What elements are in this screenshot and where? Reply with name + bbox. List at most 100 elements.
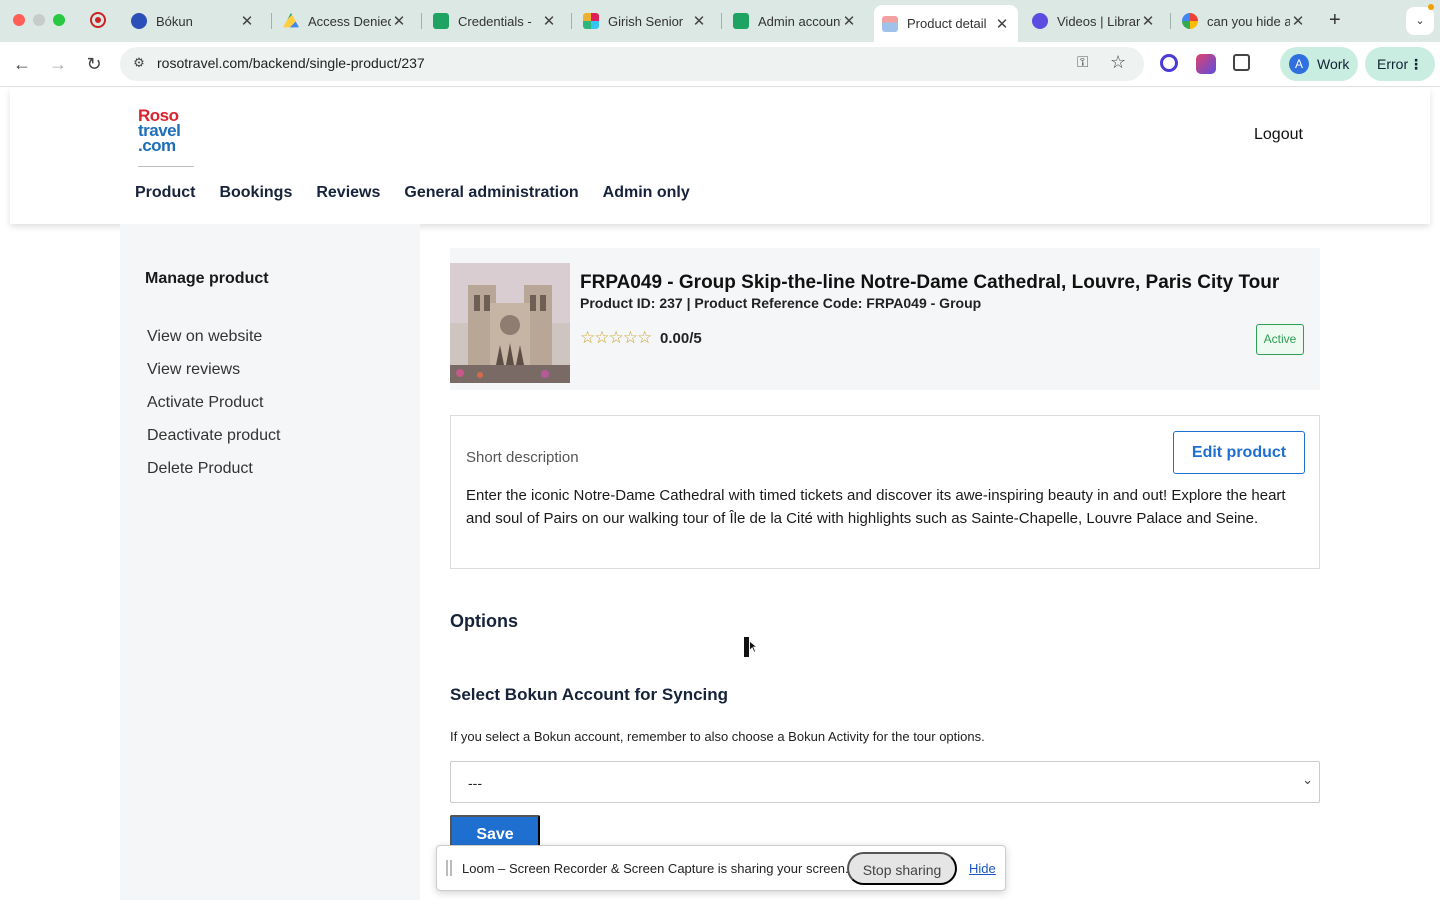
browser-tab[interactable]: Access Denied ✕ xyxy=(275,6,415,36)
mouse-cursor-icon xyxy=(744,637,758,657)
tab-separator xyxy=(571,13,572,29)
forward-arrow-icon[interactable]: → xyxy=(46,52,70,76)
nav-product[interactable]: Product xyxy=(135,184,195,202)
bokun-favicon-icon xyxy=(131,13,147,29)
reload-icon[interactable]: ↻ xyxy=(82,52,106,76)
product-title: FRPA049 - Group Skip-the-line Notre-Dame… xyxy=(580,272,1280,293)
logout-link[interactable]: Logout xyxy=(1254,126,1303,144)
drive-favicon-icon xyxy=(283,13,299,28)
tab-title: Admin account xyxy=(758,13,841,29)
rating-stars-icon: ☆☆☆☆☆ xyxy=(580,328,652,347)
tab-title: Bókun xyxy=(156,13,193,29)
address-bar[interactable]: ⚙ rosotravel.com/backend/single-product/… xyxy=(120,47,1144,81)
tab-close-icon[interactable]: ✕ xyxy=(391,12,407,30)
rating-value: 0.00/5 xyxy=(660,330,702,347)
profile-label: Work xyxy=(1317,56,1350,72)
logo-divider xyxy=(138,166,194,167)
loom-favicon-icon xyxy=(1032,13,1048,29)
rosotravel-logo[interactable]: Roso travel .com xyxy=(138,107,194,160)
maximize-window-button[interactable] xyxy=(53,14,65,26)
nav-general-administration[interactable]: General administration xyxy=(404,184,578,202)
extensions-puzzle-icon[interactable] xyxy=(1233,54,1250,71)
browser-tab[interactable]: Bókun ✕ xyxy=(123,6,263,36)
product-summary-card: FRPA049 - Group Skip-the-line Notre-Dame… xyxy=(450,248,1320,390)
nav-reviews[interactable]: Reviews xyxy=(316,184,380,202)
browser-tab-active[interactable]: Product detail ✕ xyxy=(874,5,1018,42)
sidebar-item-deactivate-product[interactable]: Deactivate product xyxy=(147,427,280,445)
new-tab-icon[interactable]: + xyxy=(1329,9,1341,32)
sheets-favicon-icon xyxy=(433,13,449,29)
tab-separator xyxy=(271,13,272,29)
extension-loom-icon[interactable] xyxy=(1160,54,1178,72)
sheets-favicon-icon xyxy=(733,13,749,29)
tab-close-icon[interactable]: ✕ xyxy=(541,12,557,30)
recording-icon[interactable] xyxy=(90,12,106,28)
sidebar-item-delete-product[interactable]: Delete Product xyxy=(147,460,253,478)
tab-close-icon[interactable]: ✕ xyxy=(239,12,255,30)
edit-product-button[interactable]: Edit product xyxy=(1173,431,1305,474)
tab-search-icon[interactable]: ⌄ xyxy=(1406,7,1434,35)
chevron-down-icon: ⌄ xyxy=(1302,772,1313,787)
browser-tab[interactable]: can you hide a ✕ xyxy=(1174,6,1314,36)
password-key-icon[interactable]: ⚿ xyxy=(1077,54,1088,71)
options-heading: Options xyxy=(450,611,518,631)
browser-tab[interactable]: Credentials - ✕ xyxy=(425,6,565,36)
select-value: --- xyxy=(468,775,482,791)
hide-sharing-bar-link[interactable]: Hide xyxy=(969,861,996,876)
short-description-text: Enter the iconic Notre-Dame Cathedral wi… xyxy=(466,487,1286,527)
bokun-sync-heading: Select Bokun Account for Syncing xyxy=(450,685,729,704)
tab-close-icon[interactable]: ✕ xyxy=(1140,12,1156,30)
rosotravel-favicon-icon xyxy=(882,15,898,32)
browser-tab[interactable]: Videos | Library ✕ xyxy=(1024,6,1164,36)
tab-separator xyxy=(421,13,422,29)
notification-dot-icon xyxy=(1428,4,1434,10)
bokun-sync-help-text: If you select a Bokun account, remember … xyxy=(450,729,985,744)
more-vertical-icon: ⋮ xyxy=(1409,56,1423,72)
tab-close-icon[interactable]: ✕ xyxy=(691,12,707,30)
bookmark-star-icon[interactable]: ☆ xyxy=(1110,52,1126,73)
tab-title: Girish Senior xyxy=(608,13,684,29)
error-menu-button[interactable]: Error ⋮ xyxy=(1365,47,1435,81)
browser-tab[interactable]: Admin account ✕ xyxy=(725,6,865,36)
tab-close-icon[interactable]: ✕ xyxy=(1290,12,1306,30)
tab-separator xyxy=(1170,13,1171,29)
url-text: rosotravel.com/backend/single-product/23… xyxy=(157,55,425,71)
avatar: A xyxy=(1289,54,1309,74)
tab-close-icon[interactable]: ✕ xyxy=(994,15,1010,33)
slack-favicon-icon xyxy=(583,13,599,29)
sidebar-item-view-on-website[interactable]: View on website xyxy=(147,328,262,346)
logo-line: .com xyxy=(138,136,176,155)
google-favicon-icon xyxy=(1182,13,1198,29)
manage-product-sidebar: Manage product View on website View revi… xyxy=(120,224,420,900)
extension-app-icon[interactable] xyxy=(1196,54,1216,74)
tab-title: Videos | Library xyxy=(1057,13,1140,29)
status-badge: Active xyxy=(1256,324,1304,355)
browser-tab-strip: Bókun ✕ Access Denied ✕ Credentials - ✕ … xyxy=(0,0,1440,42)
site-settings-icon[interactable]: ⚙ xyxy=(130,55,148,73)
profile-button[interactable]: A Work xyxy=(1280,47,1358,81)
product-meta: Product ID: 237 | Product Reference Code… xyxy=(580,295,982,311)
tab-separator xyxy=(721,13,722,29)
sharing-message: Loom – Screen Recorder & Screen Capture … xyxy=(462,861,849,876)
tab-close-icon[interactable]: ✕ xyxy=(841,12,857,30)
tab-title: Product detail xyxy=(907,16,987,31)
close-window-button[interactable] xyxy=(13,14,25,26)
browser-toolbar: ← → ↻ ⚙ rosotravel.com/backend/single-pr… xyxy=(0,42,1440,87)
product-image xyxy=(450,263,570,383)
nav-admin-only[interactable]: Admin only xyxy=(603,184,690,202)
stop-sharing-button[interactable]: Stop sharing xyxy=(847,852,957,885)
sidebar-item-view-reviews[interactable]: View reviews xyxy=(147,361,240,379)
short-description-label: Short description xyxy=(466,449,579,466)
nav-bookings[interactable]: Bookings xyxy=(219,184,292,202)
screen-sharing-bar: Loom – Screen Recorder & Screen Capture … xyxy=(436,845,1006,891)
site-header: Roso travel .com Logout Product Bookings… xyxy=(10,88,1430,224)
tab-title: can you hide a xyxy=(1207,13,1290,29)
browser-tab[interactable]: Girish Senior ✕ xyxy=(575,6,715,36)
short-description-box: Short description Edit product Enter the… xyxy=(450,415,1320,569)
minimize-window-button[interactable] xyxy=(33,14,45,26)
drag-handle-icon[interactable] xyxy=(446,860,452,876)
bokun-account-select[interactable]: --- ⌄ xyxy=(450,761,1320,803)
back-arrow-icon[interactable]: ← xyxy=(10,52,34,76)
sidebar-item-activate-product[interactable]: Activate Product xyxy=(147,394,264,412)
sidebar-title: Manage product xyxy=(145,270,269,287)
